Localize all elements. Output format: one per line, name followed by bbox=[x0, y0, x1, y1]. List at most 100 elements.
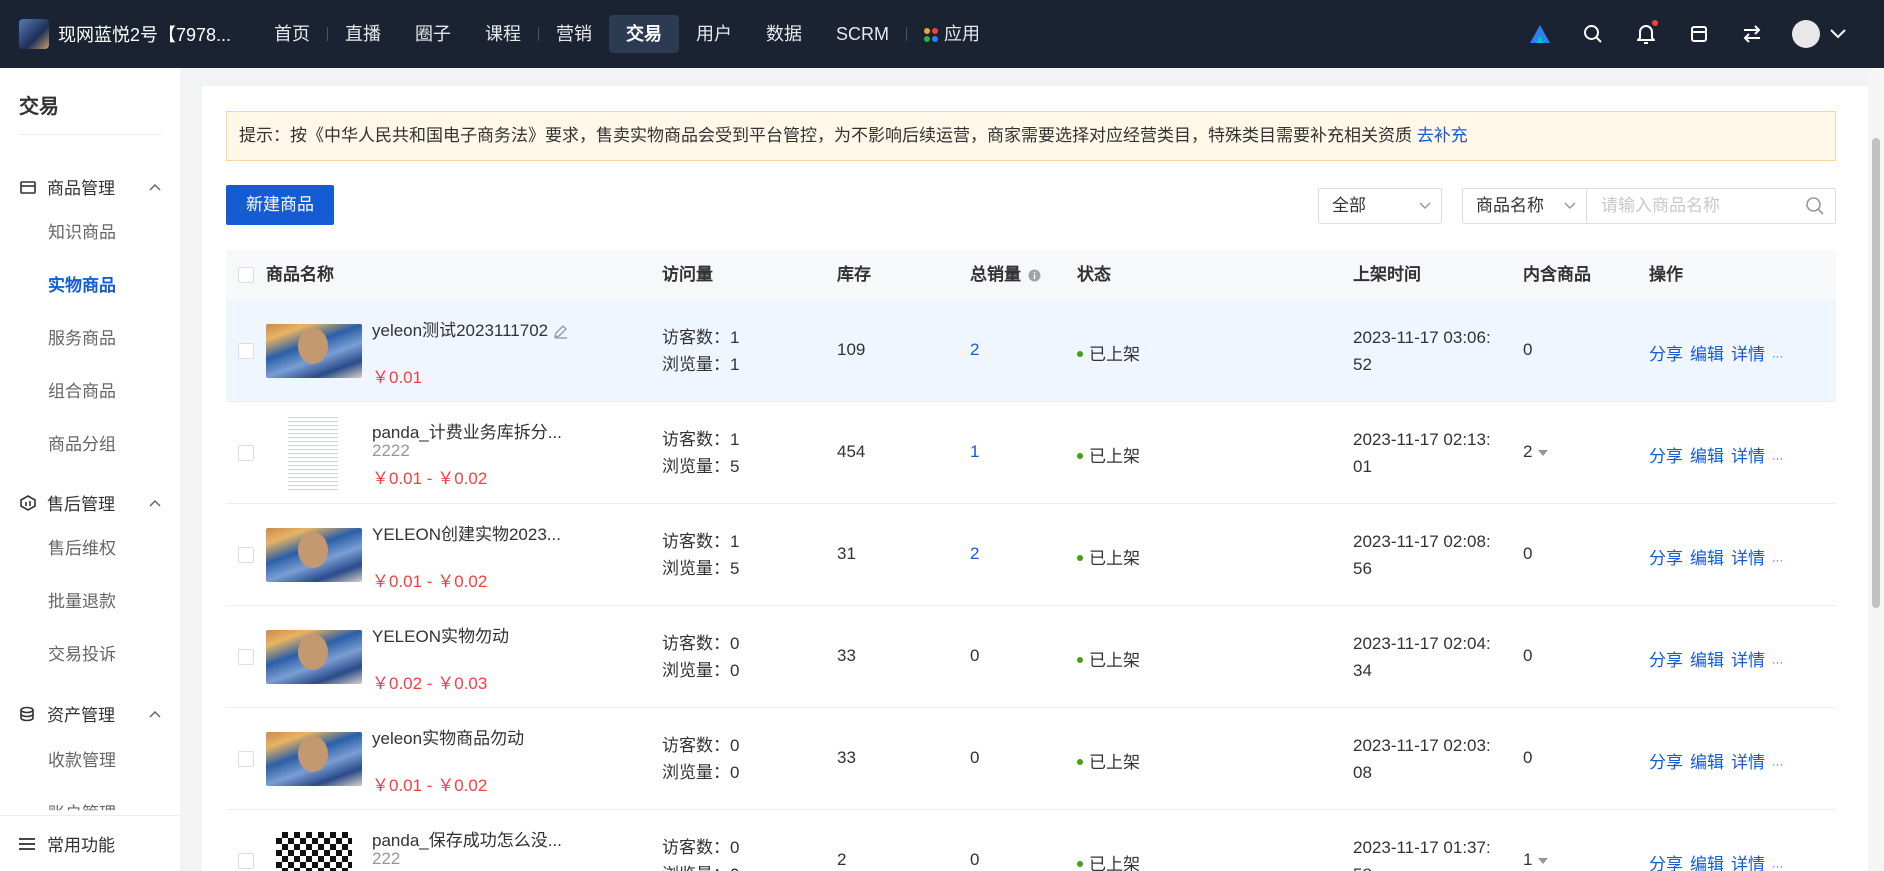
table-row[interactable]: panda_计费业务库拆分... 2222 ￥0.01 - ￥0.02 访客数：1 浏览… bbox=[226, 402, 1836, 504]
nav-scrm[interactable]: SCRM bbox=[819, 15, 906, 53]
product-name[interactable]: YELEON创建实物2023... bbox=[372, 520, 561, 545]
nav-trade[interactable]: 交易 bbox=[609, 15, 679, 53]
view-count: 浏览量：5 bbox=[662, 453, 739, 480]
included-count: 0 bbox=[1523, 340, 1532, 360]
product-thumbnail[interactable] bbox=[266, 732, 362, 786]
share-link[interactable]: 分享 bbox=[1649, 753, 1683, 772]
share-link[interactable]: 分享 bbox=[1649, 345, 1683, 364]
row-checkbox[interactable] bbox=[238, 853, 254, 869]
row-checkbox[interactable] bbox=[238, 445, 254, 461]
nav-apps[interactable]: 应用 bbox=[907, 15, 997, 53]
nav-data[interactable]: 数据 bbox=[749, 15, 819, 53]
switch-icon[interactable] bbox=[1725, 0, 1778, 68]
share-link[interactable]: 分享 bbox=[1649, 651, 1683, 670]
status-filter-select[interactable]: 全部 bbox=[1318, 188, 1442, 224]
nav-marketing[interactable]: 营销 bbox=[539, 15, 609, 53]
share-link[interactable]: 分享 bbox=[1649, 549, 1683, 568]
table-row[interactable]: yeleon实物商品勿动 ￥0.01 - ￥0.02 访客数：0 浏览量：0 33 0 已上… bbox=[226, 708, 1836, 810]
page-scrollbar[interactable] bbox=[1868, 68, 1884, 871]
search-icon[interactable] bbox=[1805, 196, 1825, 216]
nav-users[interactable]: 用户 bbox=[679, 15, 749, 53]
table-row[interactable]: YELEON实物勿动 ￥0.02 - ￥0.03 访客数：0 浏览量：0 33 0 已上架 2… bbox=[226, 606, 1836, 708]
more-actions-button[interactable]: ··· bbox=[1772, 453, 1783, 465]
row-checkbox[interactable] bbox=[238, 649, 254, 665]
nav-live[interactable]: 直播 bbox=[328, 15, 398, 53]
detail-link[interactable]: 详情 bbox=[1731, 345, 1765, 364]
table-row[interactable]: yeleon测试2023111702 ￥0.01 访客数：1 浏览量：1 109 2 已上… bbox=[226, 300, 1836, 402]
product-thumbnail[interactable] bbox=[266, 528, 362, 582]
sales-value[interactable]: 2 bbox=[970, 544, 979, 564]
shop-switcher[interactable]: 现网蓝悦2号【7978... bbox=[19, 19, 245, 49]
product-thumbnail[interactable] bbox=[288, 414, 338, 492]
scrollbar-thumb[interactable] bbox=[1872, 138, 1880, 608]
product-name[interactable]: panda_保存成功怎么没... bbox=[372, 826, 562, 851]
edit-link[interactable]: 编辑 bbox=[1690, 753, 1724, 772]
row-checkbox[interactable] bbox=[238, 751, 254, 767]
share-link[interactable]: 分享 bbox=[1649, 447, 1683, 466]
sidebar-item-physical[interactable]: 实物商品 bbox=[48, 271, 116, 296]
sidebar-item-bundle[interactable]: 组合商品 bbox=[48, 377, 116, 402]
nav-course[interactable]: 课程 bbox=[468, 15, 538, 53]
edit-link[interactable]: 编辑 bbox=[1690, 549, 1724, 568]
more-actions-button[interactable]: ··· bbox=[1772, 351, 1783, 363]
select-all-checkbox[interactable] bbox=[238, 267, 254, 283]
share-link[interactable]: 分享 bbox=[1649, 855, 1683, 871]
included-count[interactable]: 2 bbox=[1523, 442, 1549, 462]
common-functions[interactable]: 常用功能 bbox=[0, 815, 180, 871]
sidebar-group-aftersale[interactable]: 售后管理 bbox=[19, 490, 161, 515]
detail-link[interactable]: 详情 bbox=[1731, 651, 1765, 670]
search-icon[interactable] bbox=[1566, 0, 1619, 68]
row-checkbox[interactable] bbox=[238, 547, 254, 563]
sidebar-item-complaint[interactable]: 交易投诉 bbox=[48, 640, 116, 665]
product-thumbnail[interactable] bbox=[276, 832, 352, 871]
detail-link[interactable]: 详情 bbox=[1731, 447, 1765, 466]
table-row[interactable]: panda_保存成功怎么没...222访客数：0浏览量：020已上架2023-1… bbox=[226, 810, 1836, 871]
more-actions-button[interactable]: ··· bbox=[1772, 759, 1783, 771]
info-icon[interactable] bbox=[1028, 269, 1041, 282]
edit-link[interactable]: 编辑 bbox=[1690, 345, 1724, 364]
new-product-button[interactable]: 新建商品 bbox=[226, 185, 334, 225]
notice-link[interactable]: 去补充 bbox=[1417, 126, 1468, 145]
edit-icon[interactable] bbox=[553, 324, 568, 339]
sidebar-item-refund[interactable]: 批量退款 bbox=[48, 587, 116, 612]
sidebar-item-service[interactable]: 服务商品 bbox=[48, 324, 116, 349]
edit-link[interactable]: 编辑 bbox=[1690, 447, 1724, 466]
sidebar-group-assets[interactable]: 资产管理 bbox=[19, 701, 161, 726]
store-icon[interactable] bbox=[1672, 0, 1725, 68]
product-name[interactable]: YELEON实物勿动 bbox=[372, 622, 509, 647]
brand-logo-icon[interactable] bbox=[1513, 0, 1566, 68]
product-thumbnail[interactable] bbox=[266, 630, 362, 684]
sidebar-item-group[interactable]: 商品分组 bbox=[48, 430, 116, 455]
detail-link[interactable]: 详情 bbox=[1731, 855, 1765, 871]
more-actions-button[interactable]: ··· bbox=[1772, 861, 1783, 871]
bell-icon[interactable] bbox=[1619, 0, 1672, 68]
product-name[interactable]: yeleon测试2023111702 bbox=[372, 316, 568, 341]
included-count[interactable]: 1 bbox=[1523, 850, 1549, 870]
product-name[interactable]: panda_计费业务库拆分... bbox=[372, 418, 562, 443]
row-checkbox[interactable] bbox=[238, 343, 254, 359]
chevron-down-icon[interactable] bbox=[1830, 29, 1846, 39]
sidebar-item-collection[interactable]: 收款管理 bbox=[48, 746, 116, 771]
product-name[interactable]: yeleon实物商品勿动 bbox=[372, 724, 524, 749]
sidebar-item-rights[interactable]: 售后维权 bbox=[48, 534, 116, 559]
sales-value[interactable]: 1 bbox=[970, 442, 979, 462]
product-thumbnail[interactable] bbox=[266, 324, 362, 378]
nav-circle[interactable]: 圈子 bbox=[398, 15, 468, 53]
nav-home[interactable]: 首页 bbox=[257, 15, 327, 53]
detail-link[interactable]: 详情 bbox=[1731, 753, 1765, 772]
caret-down-icon[interactable] bbox=[1537, 857, 1549, 865]
stock-value: 454 bbox=[837, 442, 866, 461]
edit-link[interactable]: 编辑 bbox=[1690, 855, 1724, 871]
sidebar-item-knowledge[interactable]: 知识商品 bbox=[48, 218, 116, 243]
table-row[interactable]: YELEON创建实物2023... ￥0.01 - ￥0.02 访客数：1 浏览量：5… bbox=[226, 504, 1836, 606]
sidebar-group-goods[interactable]: 商品管理 bbox=[19, 174, 161, 199]
sales-value[interactable]: 2 bbox=[970, 340, 979, 360]
more-actions-button[interactable]: ··· bbox=[1772, 555, 1783, 567]
detail-link[interactable]: 详情 bbox=[1731, 549, 1765, 568]
search-field-select[interactable]: 商品名称 bbox=[1462, 188, 1587, 224]
search-input[interactable] bbox=[1601, 189, 1801, 223]
caret-down-icon[interactable] bbox=[1537, 449, 1549, 457]
user-avatar[interactable] bbox=[1792, 20, 1820, 48]
edit-link[interactable]: 编辑 bbox=[1690, 651, 1724, 670]
more-actions-button[interactable]: ··· bbox=[1772, 657, 1783, 669]
